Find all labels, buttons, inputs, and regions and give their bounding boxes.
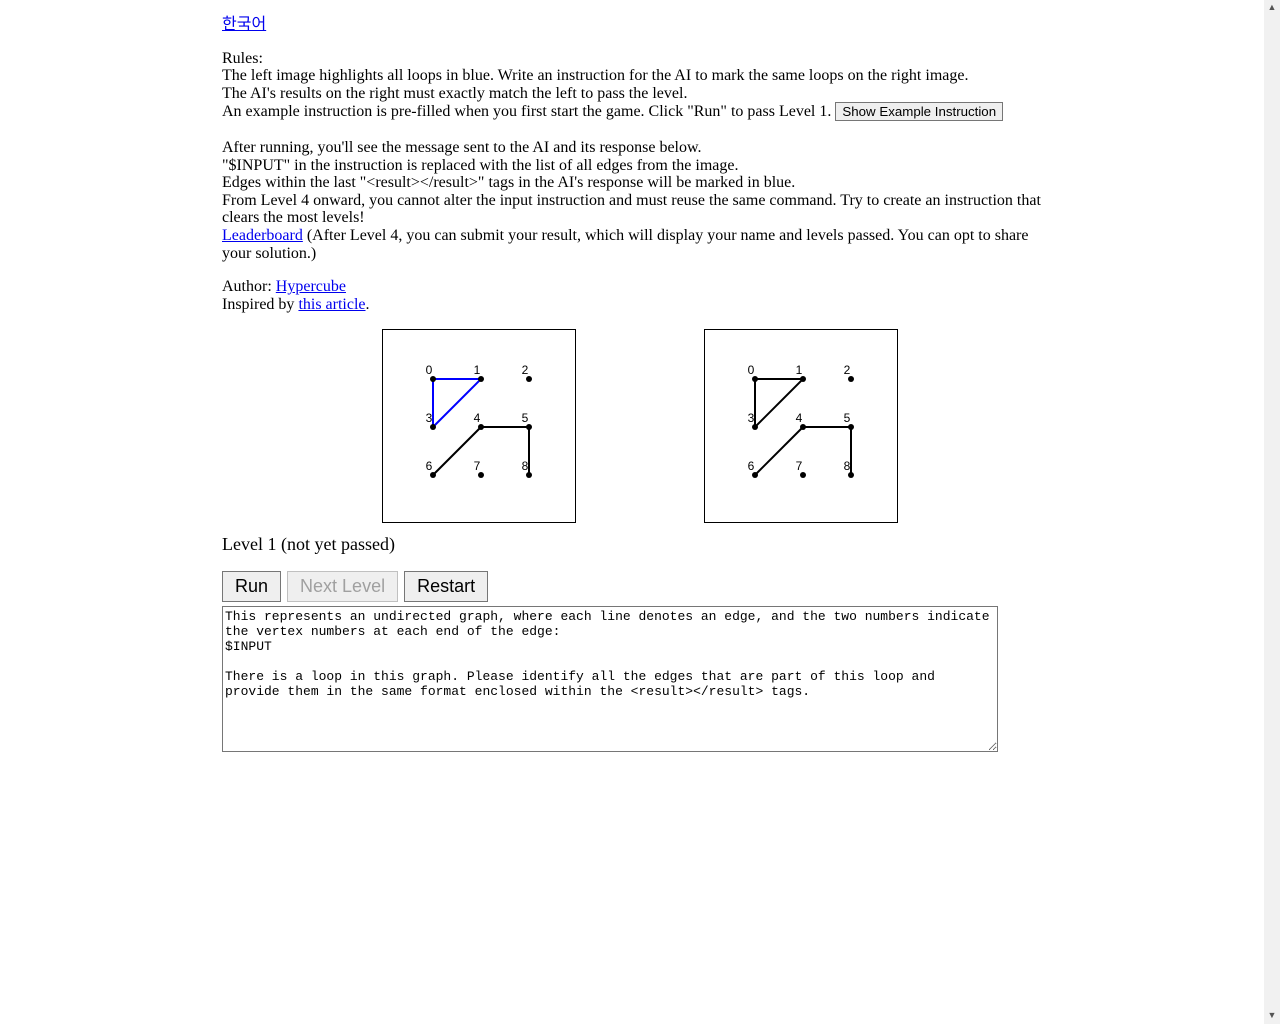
scroll-up-icon[interactable]: ▲ [1264,0,1280,16]
graph-node-label: 0 [426,364,433,377]
graph-node-label: 2 [844,364,851,377]
leaderboard-suffix: (After Level 4, you can submit your resu… [222,227,1028,262]
graph-node-label: 3 [426,412,433,425]
show-example-button[interactable]: Show Example Instruction [835,102,1003,121]
graph-node-label: 6 [748,460,755,473]
author-link[interactable]: Hypercube [276,278,346,295]
rules-line-3: An example instruction is pre-filled whe… [222,103,831,120]
button-row: Run Next Level Restart [222,571,1058,602]
graph-node-label: 3 [748,412,755,425]
rules-after-1: After running, you'll see the message se… [222,139,1058,157]
graph-node-label: 7 [474,460,481,473]
restart-button[interactable]: Restart [404,571,488,602]
leaderboard-link[interactable]: Leaderboard [222,227,303,244]
rules-after-4: From Level 4 onward, you cannot alter th… [222,192,1058,227]
language-link[interactable]: 한국어 [222,16,266,33]
rules-after-3: Edges within the last "<result></result>… [222,174,1058,192]
graph-node-label: 6 [426,460,433,473]
rules-after-2: "$INPUT" in the instruction is replaced … [222,157,1058,175]
graph-node-label: 8 [844,460,851,473]
graph-node-label: 4 [796,412,803,425]
inspired-link[interactable]: this article [298,296,365,313]
rules-line-3-row: An example instruction is pre-filled whe… [222,102,1058,121]
scroll-down-icon[interactable]: ▼ [1264,1008,1280,1024]
scrollbar[interactable]: ▲ ▼ [1264,0,1280,1024]
inspired-suffix: . [366,296,370,313]
level-status: Level 1 (not yet passed) [222,535,1058,555]
inspired-prefix: Inspired by [222,296,298,313]
graph-node-label: 7 [796,460,803,473]
graph-node-label: 4 [474,412,481,425]
rules-line-2: The AI's results on the right must exact… [222,85,1058,103]
graph-node-label: 5 [844,412,851,425]
graph-left: 0 1 2 3 4 5 6 7 8 [382,329,576,523]
next-level-button: Next Level [287,571,398,602]
leaderboard-line: Leaderboard (After Level 4, you can subm… [222,227,1058,262]
author-block: Author: Hypercube Inspired by this artic… [222,278,1058,313]
graph-node-label: 0 [748,364,755,377]
images-row: 0 1 2 3 4 5 6 7 8 0 1 2 3 4 5 6 7 8 [222,329,1058,523]
rules-line-1: The left image highlights all loops in b… [222,67,1058,85]
graph-right: 0 1 2 3 4 5 6 7 8 [704,329,898,523]
run-button[interactable]: Run [222,571,281,602]
rules-heading: Rules: [222,50,1058,68]
graph-node-label: 1 [474,364,481,377]
graph-node-label: 8 [522,460,529,473]
graph-node-label: 1 [796,364,803,377]
graph-node-label: 5 [522,412,529,425]
graph-node-label: 2 [522,364,529,377]
instruction-input[interactable] [222,606,998,752]
rules-block: Rules: The left image highlights all loo… [222,50,1058,263]
author-prefix: Author: [222,278,276,295]
